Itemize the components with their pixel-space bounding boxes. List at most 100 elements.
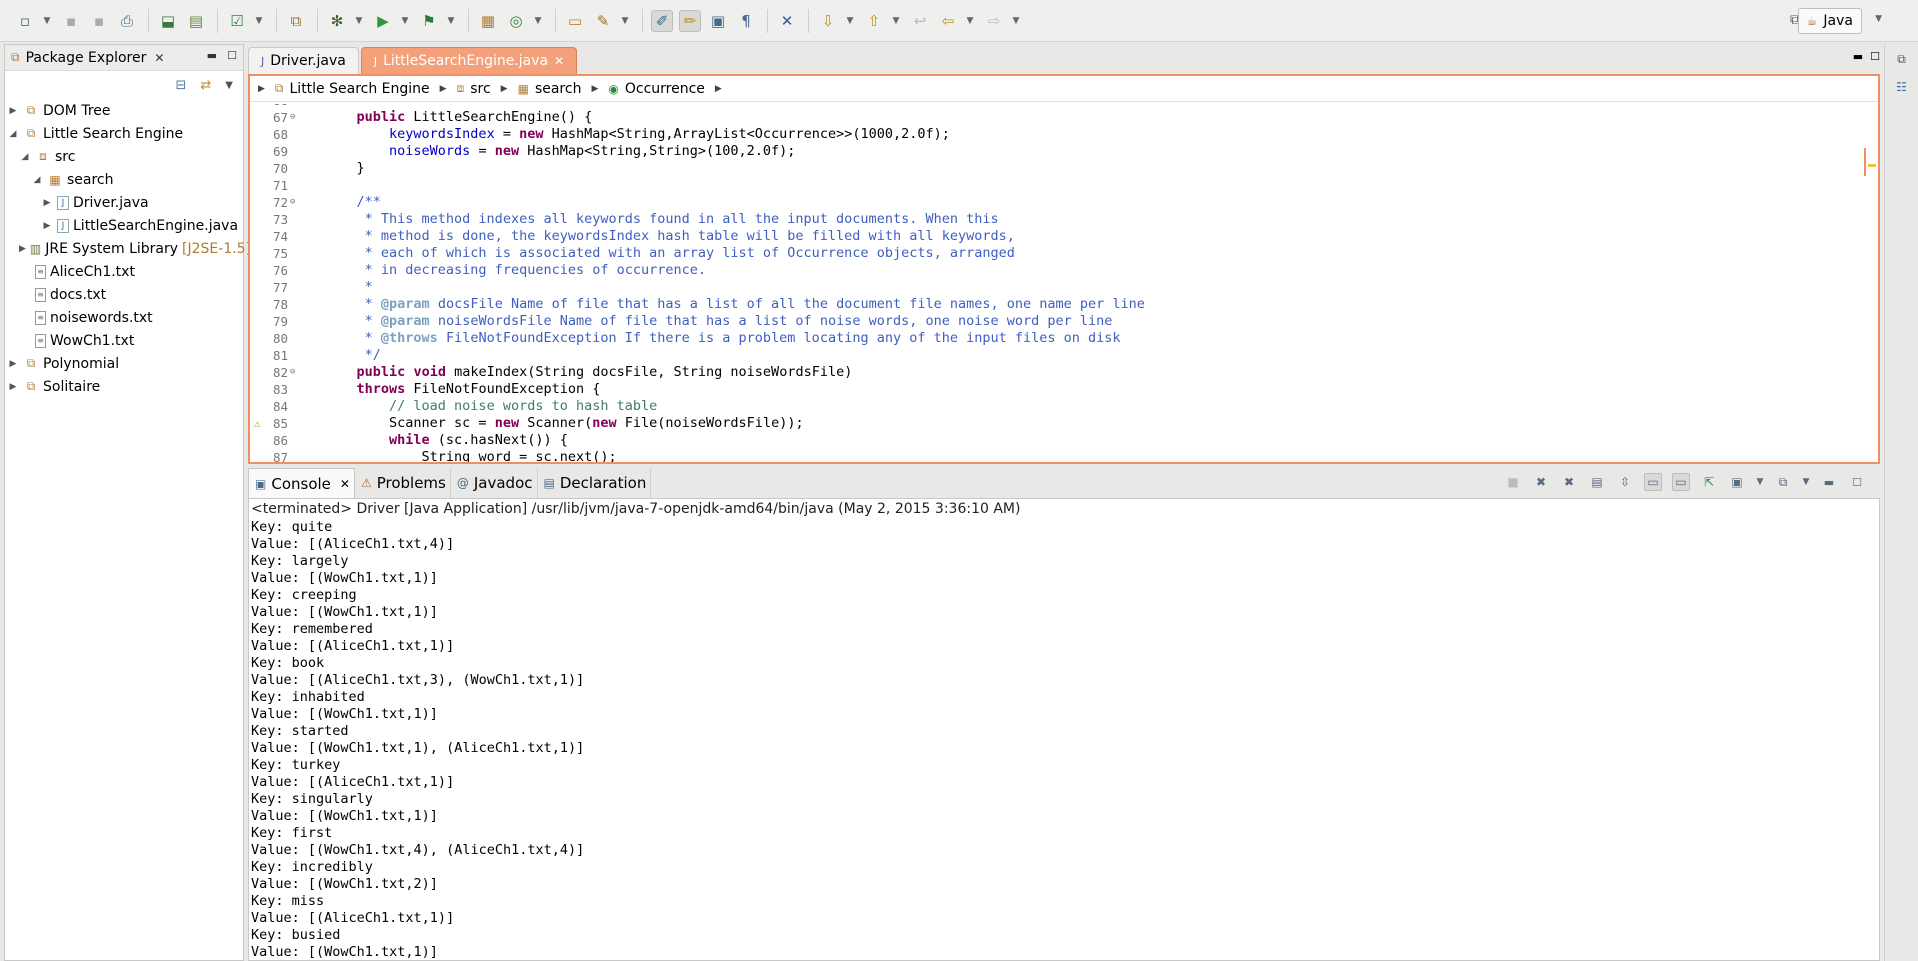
tree-item-src[interactable]: ◢ ⧈ src	[5, 145, 243, 168]
coverage-dropdown-icon[interactable]: ▼	[446, 10, 456, 32]
warning-icon[interactable]: ⚠	[254, 415, 261, 432]
terminate-icon[interactable]: ■	[1504, 473, 1522, 491]
new-class-icon[interactable]: ◎	[505, 10, 527, 32]
code-text-area[interactable]: 66 67⊖ public LittleSearchEngine() { 68 …	[250, 104, 1850, 462]
collapse-arrow-icon[interactable]: ◢	[7, 129, 19, 139]
tree-item-little-search-engine[interactable]: ◢ ⧉ Little Search Engine	[5, 122, 243, 145]
view-menu-icon[interactable]: ▼	[225, 80, 233, 91]
tree-item-noisewords-txt[interactable]: ≡ noisewords.txt	[5, 306, 243, 329]
collapse-arrow-icon[interactable]: ◢	[19, 152, 31, 162]
breadcrumb-class[interactable]: ◉ Occurrence	[608, 81, 705, 97]
tree-item-solitaire[interactable]: ▶ ⧉ Solitaire	[5, 375, 243, 398]
tree-item-dom-tree[interactable]: ▶ ⧉ DOM Tree	[5, 99, 243, 122]
close-icon[interactable]: ✕	[340, 477, 350, 491]
tree-item-littlesearchengine-java[interactable]: ▶ J LittleSearchEngine.java	[5, 214, 243, 237]
tree-item-polynomial[interactable]: ▶ ⧉ Polynomial	[5, 352, 243, 375]
overview-ruler-warning[interactable]	[1868, 164, 1876, 167]
minimize-icon[interactable]: ▬	[207, 49, 217, 62]
tree-item-jre-system-library[interactable]: ▶ ▥ JRE System Library [J2SE-1.5]	[5, 237, 251, 260]
search-icon[interactable]: ✎	[592, 10, 614, 32]
expand-arrow-icon[interactable]: ▶	[41, 221, 53, 231]
coverage-icon[interactable]: ⚑	[418, 10, 440, 32]
scroll-lock-icon[interactable]: ⇳	[1616, 473, 1634, 491]
open-folder-icon[interactable]: ▭	[564, 10, 586, 32]
maximize-icon[interactable]: ☐	[1848, 473, 1866, 491]
expand-arrow-icon[interactable]: ▶	[7, 359, 19, 369]
new-class-dropdown-icon[interactable]: ▼	[533, 10, 543, 32]
previous-annotation-icon[interactable]: ⇧	[863, 10, 885, 32]
minimize-icon[interactable]: ▬	[1820, 473, 1838, 491]
breadcrumb-arrow-icon[interactable]: ▶	[715, 84, 722, 94]
tab-console[interactable]: ▣ Console ✕	[248, 468, 355, 498]
back-dropdown-icon[interactable]: ▼	[965, 10, 975, 32]
checklist-icon[interactable]: ☑	[226, 10, 248, 32]
forward-icon[interactable]: ⇨	[983, 10, 1005, 32]
show-whitespace-icon[interactable]: ¶	[735, 10, 757, 32]
editor-minmax-icon[interactable]: ▬ ☐	[1853, 50, 1880, 63]
display-console-dropdown-icon[interactable]: ▼	[1756, 473, 1764, 491]
previous-annotation-dropdown-icon[interactable]: ▼	[891, 10, 901, 32]
back-icon[interactable]: ⇦	[937, 10, 959, 32]
debug-icon[interactable]: ✻	[326, 10, 348, 32]
remove-launch-icon[interactable]: ✖	[1532, 473, 1550, 491]
outline-view-icon[interactable]: ☷	[1892, 80, 1912, 100]
package-explorer-tab[interactable]: ⧉ Package Explorer ✕ ▬ ☐	[5, 45, 243, 71]
collapse-arrow-icon[interactable]: ◢	[31, 175, 43, 185]
breadcrumb-arrow-icon[interactable]: ▶	[591, 84, 598, 94]
search-dropdown-icon[interactable]: ▼	[620, 10, 630, 32]
tree-item-alicech1-txt[interactable]: ≡ AliceCh1.txt	[5, 260, 243, 283]
fold-icon[interactable]: ⊖	[290, 109, 300, 126]
overview-ruler[interactable]	[1864, 104, 1878, 462]
console-output[interactable]: <terminated> Driver [Java Application] /…	[248, 498, 1880, 961]
pin-console-icon[interactable]: ⇱	[1700, 473, 1718, 491]
new-package-icon[interactable]: ▦	[477, 10, 499, 32]
pin-icon[interactable]: ✕	[776, 10, 798, 32]
expand-arrow-icon[interactable]: ▶	[7, 106, 19, 116]
next-annotation-dropdown-icon[interactable]: ▼	[845, 10, 855, 32]
run-dropdown-icon[interactable]: ▼	[400, 10, 410, 32]
tab-javadoc[interactable]: @ Javadoc	[451, 468, 538, 498]
tab-littlesearchengine-java[interactable]: J LittleSearchEngine.java ✕	[360, 47, 578, 74]
open-type-icon[interactable]: ⧉	[285, 10, 307, 32]
display-console-icon[interactable]: ▣	[1728, 473, 1746, 491]
debug-dropdown-icon[interactable]: ▼	[354, 10, 364, 32]
run-icon[interactable]: ▶	[372, 10, 394, 32]
print-icon[interactable]: ⎙	[116, 10, 138, 32]
new-icon[interactable]: ▫	[14, 10, 36, 32]
block-selection-icon[interactable]: ▣	[707, 10, 729, 32]
archive-icon[interactable]: ▤	[185, 10, 207, 32]
breadcrumb-arrow-icon[interactable]: ▶	[440, 84, 447, 94]
breadcrumb-arrow-icon[interactable]: ▶	[501, 84, 508, 94]
expand-arrow-icon[interactable]: ▶	[41, 198, 53, 208]
tree-item-wowch1-txt[interactable]: ≡ WowCh1.txt	[5, 329, 243, 352]
tree-item-docs-txt[interactable]: ≡ docs.txt	[5, 283, 243, 306]
last-edit-icon[interactable]: ↩	[909, 10, 931, 32]
restore-icon[interactable]: ⧉	[1892, 52, 1912, 72]
breadcrumb-project[interactable]: ⧉ Little Search Engine	[275, 81, 430, 97]
remove-all-terminated-icon[interactable]: ✖	[1560, 473, 1578, 491]
tab-declaration[interactable]: ▤ Declaration	[538, 468, 652, 498]
forward-dropdown-icon[interactable]: ▼	[1011, 10, 1021, 32]
save-icon[interactable]: ▪	[60, 10, 82, 32]
breadcrumb-src[interactable]: ⧈ src	[457, 81, 491, 97]
open-console-icon[interactable]: ⧉	[1774, 473, 1792, 491]
tab-problems[interactable]: ⚠ Problems	[355, 468, 451, 498]
perspective-dropdown-icon[interactable]: ▼	[1875, 14, 1882, 24]
checklist-dropdown-icon[interactable]: ▼	[254, 10, 264, 32]
highlight-icon[interactable]: ✏	[679, 9, 701, 32]
java-perspective-button[interactable]: ☕ Java	[1797, 8, 1862, 34]
link-with-editor-icon[interactable]: ⇄	[200, 78, 211, 93]
maximize-icon[interactable]: ☐	[227, 49, 237, 62]
code-editor[interactable]: ▶ ⧉ Little Search Engine ▶ ⧈ src ▶ ▦ search…	[248, 74, 1880, 464]
close-icon[interactable]: ✕	[154, 51, 164, 65]
new-dropdown-icon[interactable]: ▼	[42, 10, 52, 32]
tab-driver-java[interactable]: J Driver.java	[248, 47, 359, 74]
fold-icon[interactable]: ⊖	[290, 194, 300, 211]
open-console-dropdown-icon[interactable]: ▼	[1802, 473, 1810, 491]
breadcrumb-package[interactable]: ▦ search	[518, 81, 582, 97]
collapse-all-icon[interactable]: ⊟	[175, 78, 186, 93]
tree-item-search-package[interactable]: ◢ ▦ search	[5, 168, 243, 191]
tree-item-driver-java[interactable]: ▶ J Driver.java	[5, 191, 243, 214]
next-annotation-icon[interactable]: ⇩	[817, 10, 839, 32]
show-on-stdout-icon[interactable]: ▭	[1644, 473, 1662, 491]
